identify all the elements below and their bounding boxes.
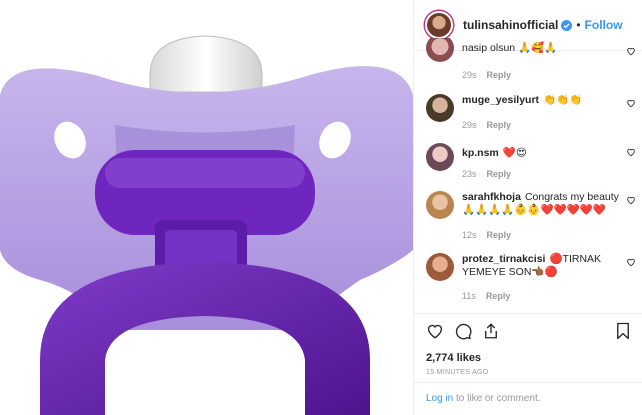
comment-time: 11s xyxy=(462,291,476,301)
comment-avatar[interactable] xyxy=(426,253,454,281)
comment-like-icon[interactable] xyxy=(626,195,636,205)
reply-button[interactable]: Reply xyxy=(486,291,511,301)
bookmark-icon[interactable] xyxy=(614,322,632,340)
comment-avatar[interactable] xyxy=(426,38,454,62)
comment-like-icon[interactable] xyxy=(626,257,636,267)
likes-count[interactable]: 2,774 likes xyxy=(426,352,481,364)
comment-body: nasip olsun 🙏🥰🙏 xyxy=(462,42,632,55)
comment-time: 29s xyxy=(462,70,477,80)
comment-text: nasip olsun 🙏🥰🙏 xyxy=(462,42,558,54)
comment-username[interactable]: kp.nsm xyxy=(462,147,499,159)
comment-time: 29s xyxy=(462,120,477,130)
login-link[interactable]: Log in xyxy=(426,393,453,404)
heart-icon[interactable] xyxy=(426,322,444,340)
comments-list[interactable]: nasip olsun 🙏🥰🙏 29s Reply muge_yesilyurt 👏… xyxy=(414,38,642,313)
verified-badge-icon xyxy=(561,19,573,31)
comment-username[interactable]: sarahfkhoja xyxy=(462,191,521,203)
comment-like-icon[interactable] xyxy=(626,147,636,157)
reply-button[interactable]: Reply xyxy=(487,230,512,240)
comment-avatar[interactable] xyxy=(426,191,454,219)
reply-button[interactable]: Reply xyxy=(487,70,512,80)
comment-username[interactable]: protez_tirnakcisi xyxy=(462,253,545,265)
header-separator: • xyxy=(576,18,581,32)
follow-button[interactable]: Follow xyxy=(585,18,623,32)
comment-meta: 29s Reply xyxy=(462,70,511,80)
comment-like-icon[interactable] xyxy=(626,98,636,108)
comment-item: muge_yesilyurt 👏👏👏 29s Reply xyxy=(426,94,638,134)
comment-text: 👏👏👏 xyxy=(543,94,583,106)
post-timestamp: 15 MINUTES AGO xyxy=(426,369,489,376)
comment-body: kp.nsm ❤️😍 xyxy=(462,147,632,160)
post-actions: 2,774 likes 15 MINUTES AGO Log in to lik… xyxy=(414,313,642,415)
comment-body: protez_tirnakcisi 🔴TIRNAK YEMEYE SON👈🏾🔴 xyxy=(462,253,632,279)
comment-meta: 29s Reply xyxy=(462,120,511,130)
post-image[interactable] xyxy=(0,0,413,415)
author-avatar[interactable] xyxy=(425,11,453,39)
comment-icon[interactable] xyxy=(454,322,472,340)
comment-like-icon[interactable] xyxy=(626,46,636,56)
reply-button[interactable]: Reply xyxy=(487,120,512,130)
comment-body: muge_yesilyurt 👏👏👏 xyxy=(462,94,632,107)
pacifier-illustration xyxy=(0,35,413,415)
comment-item: nasip olsun 🙏🥰🙏 29s Reply xyxy=(426,38,638,82)
comment-body: sarahfkhoja Congrats my beauty 🙏🙏🙏🙏👶👶❤️❤️… xyxy=(462,191,632,217)
comment-item: sarahfkhoja Congrats my beauty 🙏🙏🙏🙏👶👶❤️❤️… xyxy=(426,191,638,246)
comment-meta: 11s Reply xyxy=(462,291,510,301)
comment-avatar[interactable] xyxy=(426,94,454,122)
pacifier-nipple xyxy=(149,35,263,93)
comment-meta: 23s Reply xyxy=(462,169,511,179)
comment-username[interactable]: muge_yesilyurt xyxy=(462,94,539,106)
reply-button[interactable]: Reply xyxy=(487,169,512,179)
share-icon[interactable] xyxy=(482,322,500,340)
comment-time: 23s xyxy=(462,169,477,179)
comment-avatar[interactable] xyxy=(426,143,454,171)
comment-item: protez_tirnakcisi 🔴TIRNAK YEMEYE SON👈🏾🔴 1… xyxy=(426,253,638,308)
post-sidebar: tulinsahinofficial • Follow nasip olsun … xyxy=(413,0,642,415)
login-prompt-text: to like or comment. xyxy=(453,393,541,404)
comment-text: ❤️😍 xyxy=(502,147,527,159)
comment-time: 12s xyxy=(462,230,477,240)
comment-item: kp.nsm ❤️😍 23s Reply xyxy=(426,143,638,183)
login-prompt: Log in to like or comment. xyxy=(414,382,642,415)
pacifier-ring xyxy=(40,262,370,415)
author-username[interactable]: tulinsahinofficial xyxy=(463,18,558,32)
comment-meta: 12s Reply xyxy=(462,230,511,240)
action-icons-row xyxy=(426,322,632,346)
